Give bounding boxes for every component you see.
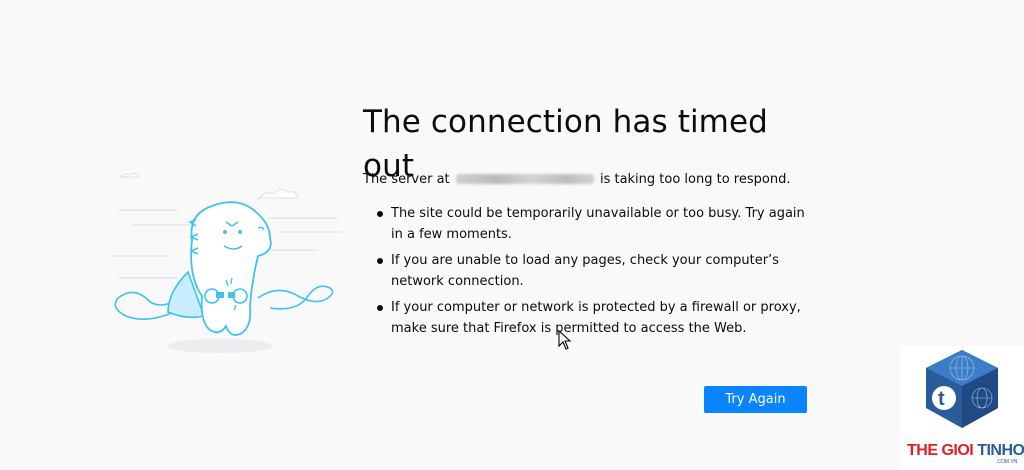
suggestion-item: The site could be temporarily unavailabl…	[377, 203, 811, 245]
watermark-wordmark: THE GIOI TINHOC	[907, 442, 1024, 460]
error-content: The connection has timed out The server …	[363, 100, 813, 336]
watermark-logo: t THE GIOI TINHOC .COM.VN	[900, 346, 1024, 470]
intro-text-before: The server at	[363, 172, 450, 187]
svg-text:t: t	[938, 388, 945, 410]
error-intro: The server at is taking too long to resp…	[363, 171, 790, 189]
suggestion-item: If your computer or network is protected…	[377, 297, 811, 339]
try-again-button[interactable]: Try Again	[704, 386, 807, 413]
suggestion-list: The site could be temporarily unavailabl…	[363, 203, 811, 344]
intro-text-after: is taking too long to respond.	[599, 172, 791, 187]
watermark-word-1: THE GIOI	[907, 442, 974, 459]
watermark-domain: .COM.VN	[996, 459, 1018, 465]
thegioitinhoc-logo-icon: t	[926, 350, 998, 428]
mouse-pointer-icon	[558, 330, 572, 350]
redacted-hostname	[455, 174, 594, 184]
watermark-word-2: TINHOC	[977, 442, 1024, 459]
unplugged-dinosaur-illustration	[112, 172, 342, 353]
suggestion-item: If you are unable to load any pages, che…	[377, 250, 811, 292]
